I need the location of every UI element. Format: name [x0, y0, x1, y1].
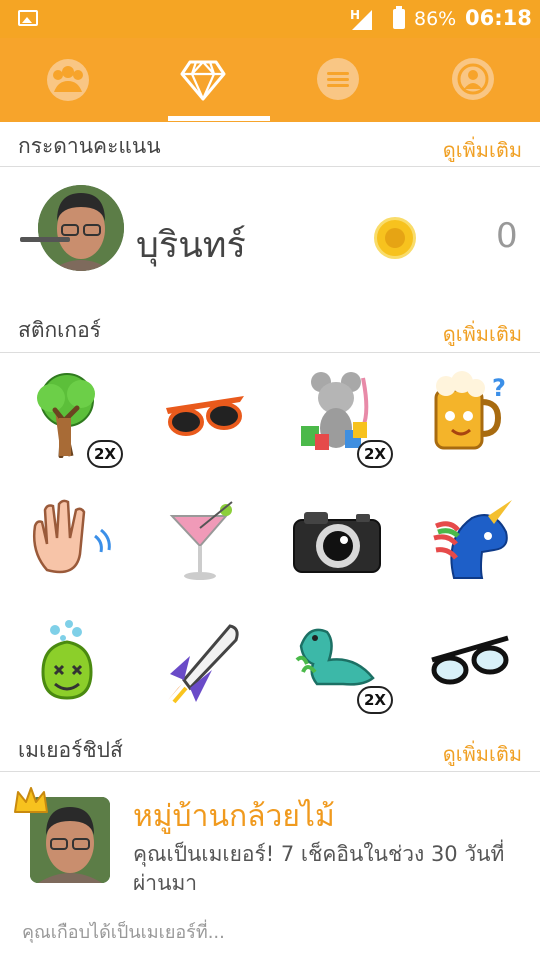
user-avatar[interactable] — [38, 185, 124, 271]
divider — [0, 352, 540, 353]
tab-chat[interactable] — [270, 38, 405, 122]
stickers-title: สติกเกอร์ — [18, 318, 101, 342]
cocktail-icon — [169, 501, 233, 580]
leaderboard-user-name: บุรินทร์ — [136, 225, 246, 266]
tab-bar — [0, 38, 540, 122]
tab-friends[interactable] — [0, 38, 135, 122]
sticker-unicorn[interactable] — [428, 496, 518, 586]
sticker-multiplier-badge: 2X — [87, 440, 123, 468]
mayorships-title: เมเยอร์ชิปส์ — [18, 738, 123, 762]
chat-icon — [316, 58, 359, 100]
sticker-shopping-mouse[interactable]: 2X — [295, 368, 393, 468]
battery-icon — [393, 6, 405, 29]
divider — [0, 771, 540, 772]
stickers-see-more-link[interactable]: ดูเพิ่มเติม — [443, 318, 522, 350]
sticker-multiplier-badge: 2X — [357, 686, 393, 714]
sticker-eyeglasses[interactable] — [428, 616, 518, 706]
sticker-space-shuttle[interactable] — [160, 616, 250, 706]
crown-icon — [14, 787, 48, 813]
network-type: H — [350, 8, 361, 22]
mayor-place-name[interactable]: หมู่บ้านกล้วยไม้ — [133, 793, 335, 840]
mayor-footer-note: คุณเกือบได้เป็นเมเยอร์ที่... — [22, 922, 225, 943]
tab-profile[interactable] — [405, 38, 540, 122]
space-shuttle-icon — [168, 624, 239, 704]
status-bar: H 86% 06:18 — [0, 0, 540, 38]
sticker-sunglasses[interactable] — [160, 368, 250, 458]
sticker-multiplier-badge: 2X — [357, 440, 393, 468]
eyeglasses-icon — [431, 635, 509, 685]
coin-icon — [374, 217, 416, 259]
leaderboard-title: กระดานคะแนน — [18, 134, 161, 158]
rank-dash-icon — [20, 237, 70, 242]
divider — [0, 166, 540, 167]
leaderboard-score: 0 — [496, 216, 518, 256]
friends-icon — [46, 59, 89, 101]
battery-percent: 86% — [414, 8, 457, 30]
sticker-cocktail[interactable] — [160, 496, 250, 586]
sticker-waving-hand[interactable] — [25, 496, 115, 586]
green-blob-icon — [41, 620, 93, 700]
svg-text:?: ? — [492, 374, 506, 402]
leaderboard-header: กระดานคะแนน ดูเพิ่มเติม — [0, 122, 540, 166]
camera-icon — [293, 512, 381, 573]
clock: 06:18 — [465, 6, 532, 30]
sticker-dinosaur[interactable]: 2X — [295, 616, 393, 714]
diamond-icon — [180, 60, 225, 101]
gallery-notification-icon — [18, 10, 38, 26]
mayorships-header: เมเยอร์ชิปส์ ดูเพิ่มเติม — [0, 726, 540, 770]
sticker-tree[interactable]: 2X — [25, 368, 123, 468]
unicorn-icon — [433, 500, 512, 579]
waving-hand-icon — [33, 499, 111, 574]
active-tab-indicator — [168, 116, 270, 121]
stickers-header: สติกเกอร์ ดูเพิ่มเติม — [0, 306, 540, 350]
beer-mug-icon: ? — [434, 371, 506, 450]
sunglasses-icon — [166, 396, 244, 436]
profile-icon — [451, 58, 494, 100]
mayorships-see-more-link[interactable]: ดูเพิ่มเติม — [443, 738, 522, 770]
mayor-description: คุณเป็นเมเยอร์! 7 เช็คอินในช่วง 30 วันที… — [133, 842, 505, 895]
tab-rewards[interactable] — [135, 38, 270, 122]
sticker-green-blob[interactable] — [25, 616, 115, 706]
leaderboard-see-more-link[interactable]: ดูเพิ่มเติม — [443, 134, 522, 166]
sticker-camera[interactable] — [290, 496, 381, 586]
sticker-beer-mug[interactable]: ? — [428, 368, 518, 458]
